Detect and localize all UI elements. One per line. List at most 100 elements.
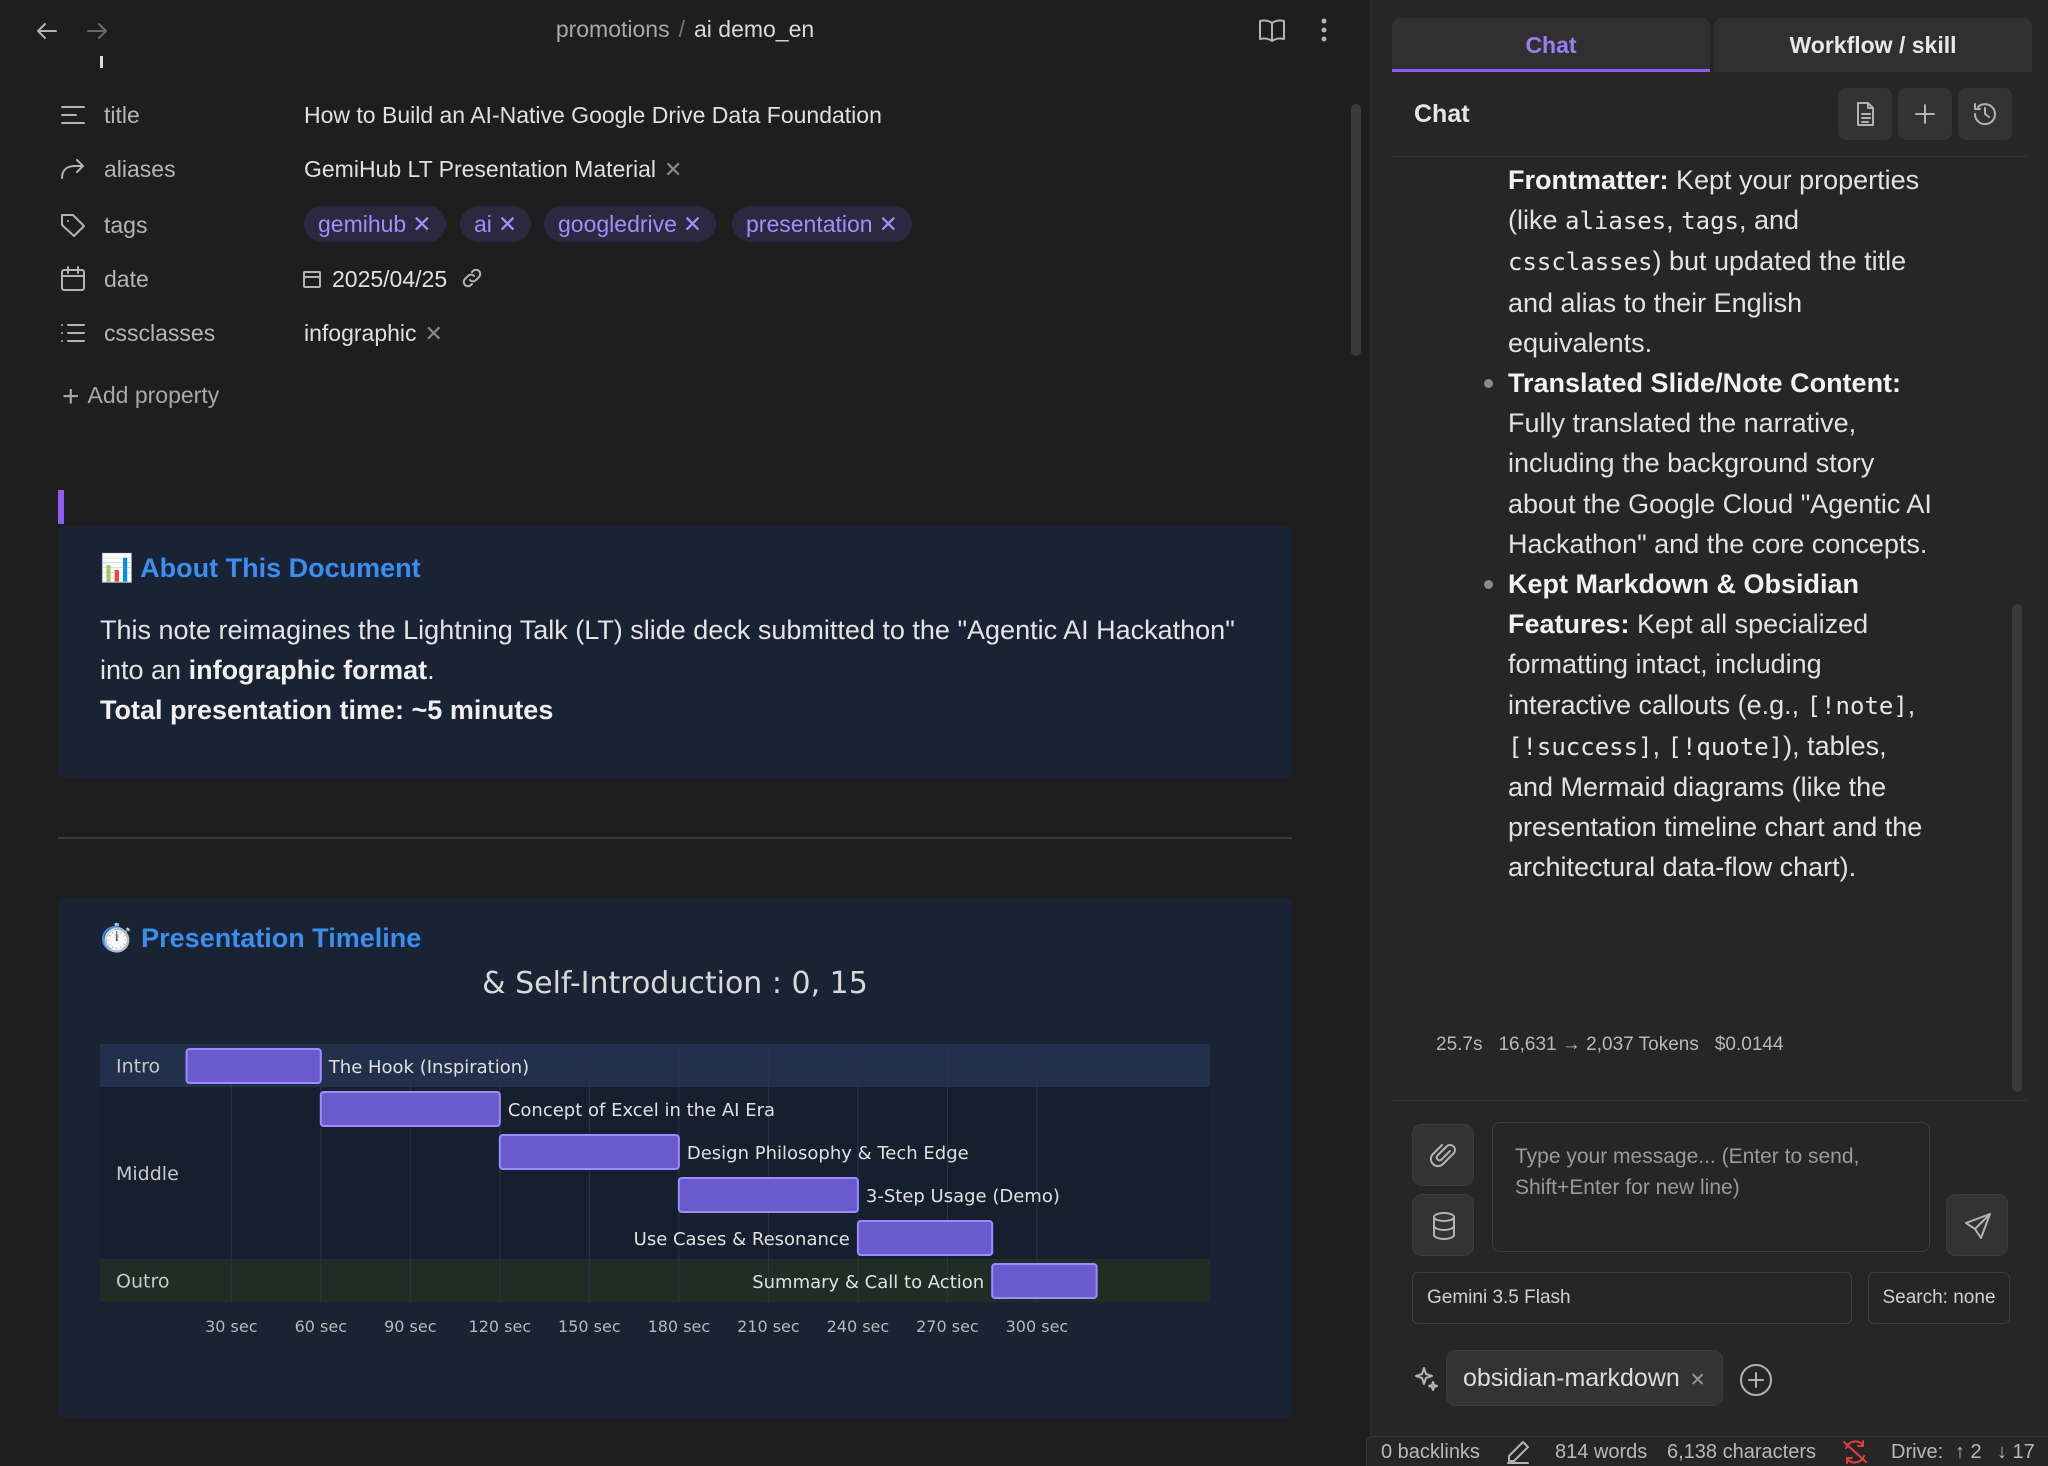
gantt-task-bar <box>319 1091 501 1127</box>
add-skill-icon[interactable] <box>1738 1362 1774 1398</box>
tag-pill[interactable]: presentation ✕ <box>732 206 912 242</box>
gantt-section-label: Middle <box>116 1163 179 1185</box>
gantt-chart-title: & Self-Introduction : 0, 15 <box>482 966 868 1001</box>
forward-arrow-icon <box>61 159 84 179</box>
property-value-date[interactable]: 2025/04/25 <box>302 266 484 293</box>
more-options-button[interactable] <box>1308 14 1340 46</box>
callout-title: 📊 About This Document <box>100 552 421 584</box>
editor-scrollbar[interactable] <box>1351 104 1361 356</box>
property-value-aliases[interactable]: GemiHub LT Presentation Material ✕ <box>304 156 682 183</box>
send-button[interactable] <box>1946 1194 2008 1256</box>
drive-upload-count: ↑ 2 <box>1955 1441 1982 1463</box>
tab-chat[interactable]: Chat <box>1392 18 1710 72</box>
calendar-icon <box>61 266 85 291</box>
property-title[interactable]: title How to Build an AI-Native Google D… <box>56 94 1256 138</box>
link-icon[interactable] <box>460 266 484 290</box>
message-item-translated: Translated Slide/Note Content: Fully tra… <box>1484 363 1938 564</box>
breadcrumb-separator: / <box>678 16 685 42</box>
message-meta: 25.7s 16,631 → 2,037 Tokens $0.0144 <box>1436 1034 1800 1056</box>
pencil-icon[interactable] <box>1505 1439 1531 1465</box>
gantt-task-label: Concept of Excel in the AI Era <box>508 1100 775 1121</box>
property-date[interactable]: date 2025/04/25 <box>56 258 1256 302</box>
cost: $0.0144 <box>1714 1034 1784 1055</box>
tag-pill[interactable]: gemihub ✕ <box>304 206 446 242</box>
callout-timeline[interactable]: ⏱️ Presentation Timeline & Self-Introduc… <box>58 898 1292 1418</box>
msg-bold: Frontmatter: <box>1508 165 1669 195</box>
gantt-task-bar <box>498 1134 680 1170</box>
msg-code: [!note] <box>1806 691 1908 720</box>
tag-pill[interactable]: ai ✕ <box>460 206 532 242</box>
alias-text: GemiHub LT Presentation Material <box>304 156 656 182</box>
active-line-indicator <box>58 490 64 524</box>
date-text: 2025/04/25 <box>332 266 448 292</box>
bullet-icon <box>1484 580 1493 590</box>
backlinks-count[interactable]: 0 backlinks <box>1381 1441 1480 1464</box>
msg-text: , and <box>1738 205 1800 236</box>
remove-icon[interactable]: ✕ <box>498 211 517 237</box>
rag-database-button[interactable] <box>1412 1194 1474 1256</box>
horizontal-rule <box>58 837 1292 839</box>
message-item-markdown: Kept Markdown & Obsidian Features: Kept … <box>1484 564 1938 888</box>
callout-title: ⏱️ Presentation Timeline <box>100 922 421 954</box>
search-select[interactable]: Search: none <box>1868 1272 2010 1324</box>
chat-document-button[interactable] <box>1838 88 1892 140</box>
reading-view-button[interactable] <box>1256 14 1288 46</box>
message-input[interactable]: Type your message... (Enter to send, Shi… <box>1492 1122 1930 1252</box>
tag-icon <box>61 214 85 237</box>
chat-history-button[interactable] <box>1958 88 2012 140</box>
property-tags[interactable]: tags gemihub ✕ ai ✕ googledrive ✕ presentat… <box>56 204 1256 248</box>
about-line-1: This note reimagines the Lightning Talk … <box>100 615 1235 645</box>
remove-icon[interactable]: ✕ <box>683 211 702 237</box>
new-chat-button[interactable] <box>1898 88 1952 140</box>
character-count: 6,138 characters <box>1667 1441 1816 1463</box>
header-separator <box>1392 156 2028 157</box>
sync-error-icon[interactable] <box>1841 1439 1869 1465</box>
remove-icon[interactable]: ✕ <box>412 211 431 237</box>
tag-pill[interactable]: googledrive ✕ <box>544 206 717 242</box>
tag-label: googledrive <box>558 211 677 237</box>
plus-icon <box>1915 104 1935 124</box>
property-value-cssclasses[interactable]: infographic ✕ <box>304 320 443 347</box>
gantt-task-label: Use Cases & Resonance <box>634 1229 850 1250</box>
remove-icon[interactable]: ✕ <box>425 321 443 346</box>
remove-icon[interactable]: ✕ <box>879 211 898 237</box>
send-icon <box>1965 1213 1991 1239</box>
message-item-frontmatter: Frontmatter: Kept your properties (like … <box>1508 160 1938 363</box>
text-align-left-icon <box>61 106 85 124</box>
timeline-title: Presentation Timeline <box>141 923 422 953</box>
msg-text: , <box>1666 205 1682 236</box>
gantt-task-label: Summary & Call to Action <box>752 1272 984 1293</box>
callout-body: This note reimagines the Lightning Talk … <box>100 610 1260 730</box>
callout-about[interactable]: 📊 About This Document This note reimagin… <box>58 526 1292 778</box>
msg-code: [!quote] <box>1667 732 1784 761</box>
list-icon <box>61 324 85 342</box>
gantt-x-tick-label: 90 sec <box>384 1317 436 1336</box>
breadcrumb-file[interactable]: ai demo_en <box>694 16 814 42</box>
property-aliases[interactable]: aliases GemiHub LT Presentation Material… <box>56 148 1256 192</box>
remove-icon[interactable]: ✕ <box>664 157 682 182</box>
property-value-title[interactable]: How to Build an AI-Native Google Drive D… <box>304 102 882 129</box>
gantt-task-bar <box>185 1048 322 1084</box>
skill-chip[interactable]: obsidian-markdown ✕ <box>1446 1350 1723 1406</box>
add-property-button[interactable]: + Add property <box>62 380 219 414</box>
msg-text: Fully translated the narrative, includin… <box>1508 408 1932 559</box>
msg-bold: Translated Slide/Note Content: <box>1508 368 1902 399</box>
property-cssclasses[interactable]: cssclasses infographic ✕ <box>56 312 1256 356</box>
editor-pane: promotions / ai demo_en title How to Build… <box>0 0 1370 1466</box>
attach-button[interactable] <box>1412 1124 1474 1186</box>
stopwatch-emoji-icon: ⏱️ <box>100 923 134 953</box>
gantt-task-label: The Hook (Inspiration) <box>328 1057 529 1078</box>
breadcrumb-folder[interactable]: promotions <box>556 16 670 42</box>
gantt-x-tick-label: 210 sec <box>737 1317 800 1336</box>
add-property-label: Add property <box>87 382 220 408</box>
remove-icon[interactable]: ✕ <box>1690 1370 1706 1391</box>
about-line-3: Total presentation time: ~5 minutes <box>100 690 1260 730</box>
model-select[interactable]: Gemini 3.5 Flash <box>1412 1272 1852 1324</box>
gantt-x-tick-label: 30 sec <box>205 1317 257 1336</box>
gantt-x-tick-label: 300 sec <box>1006 1317 1069 1336</box>
sparkle-icon <box>1415 1367 1438 1391</box>
database-icon <box>1433 1212 1455 1240</box>
calendar-small-icon <box>303 271 321 288</box>
chat-scrollbar[interactable] <box>2012 604 2022 1092</box>
tab-workflow-skill[interactable]: Workflow / skill <box>1714 18 2032 72</box>
